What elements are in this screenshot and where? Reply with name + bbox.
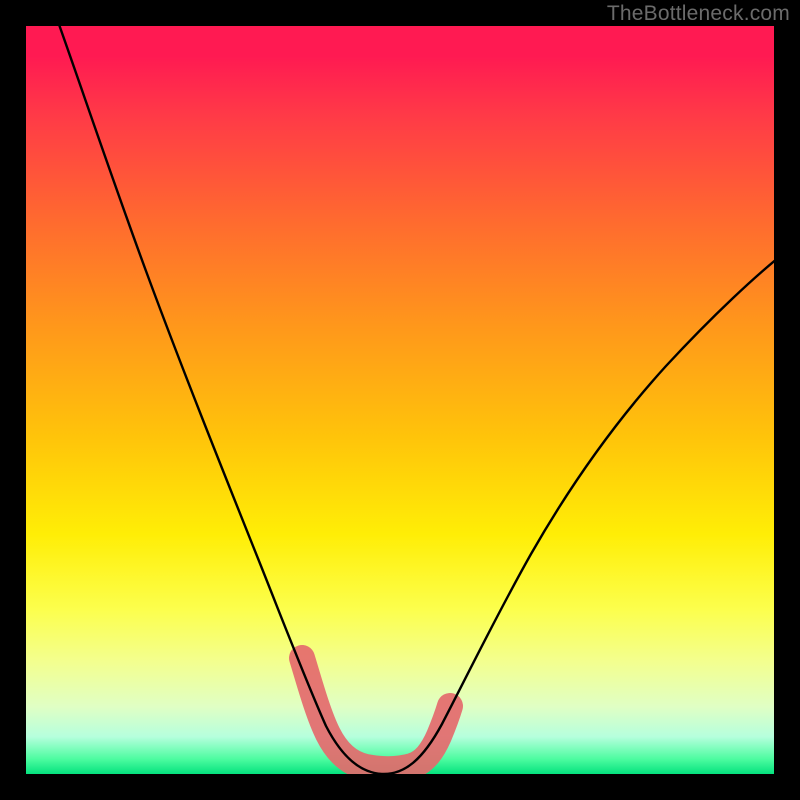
pink-highlight-stroke	[302, 658, 450, 769]
black-curve-stroke	[56, 26, 774, 774]
curve-layer	[26, 26, 774, 774]
watermark-text: TheBottleneck.com	[607, 2, 790, 26]
chart-frame: TheBottleneck.com	[0, 0, 800, 800]
plot-area	[26, 26, 774, 774]
